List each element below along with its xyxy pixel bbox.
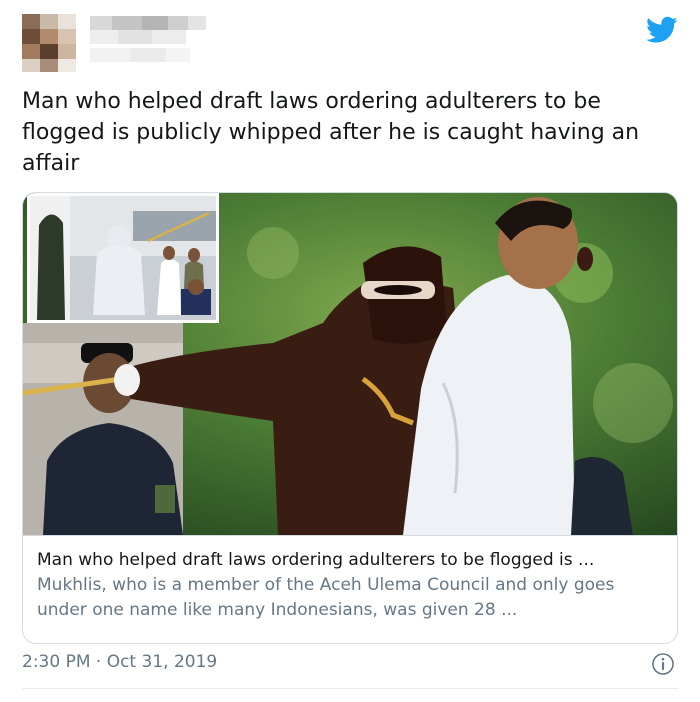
avatar[interactable] <box>22 14 76 72</box>
tweet-text: Man who helped draft laws ordering adult… <box>22 89 640 176</box>
divider <box>22 688 678 689</box>
twitter-bird-icon[interactable] <box>646 16 678 44</box>
tweet-timestamp[interactable]: 2:30 PM · Oct 31, 2019 <box>22 652 217 672</box>
username-blurred[interactable] <box>84 14 208 72</box>
card-image[interactable] <box>23 193 677 535</box>
card-description: Mukhlis, who is a member of the Aceh Ule… <box>37 575 615 620</box>
tweet-header <box>0 0 700 80</box>
info-icon[interactable] <box>651 652 675 676</box>
link-card[interactable]: Man who helped draft laws ordering adult… <box>22 192 678 644</box>
card-title[interactable]: Man who helped draft laws ordering adult… <box>37 548 667 572</box>
card-body[interactable]: Man who helped draft laws ordering adult… <box>23 535 677 643</box>
